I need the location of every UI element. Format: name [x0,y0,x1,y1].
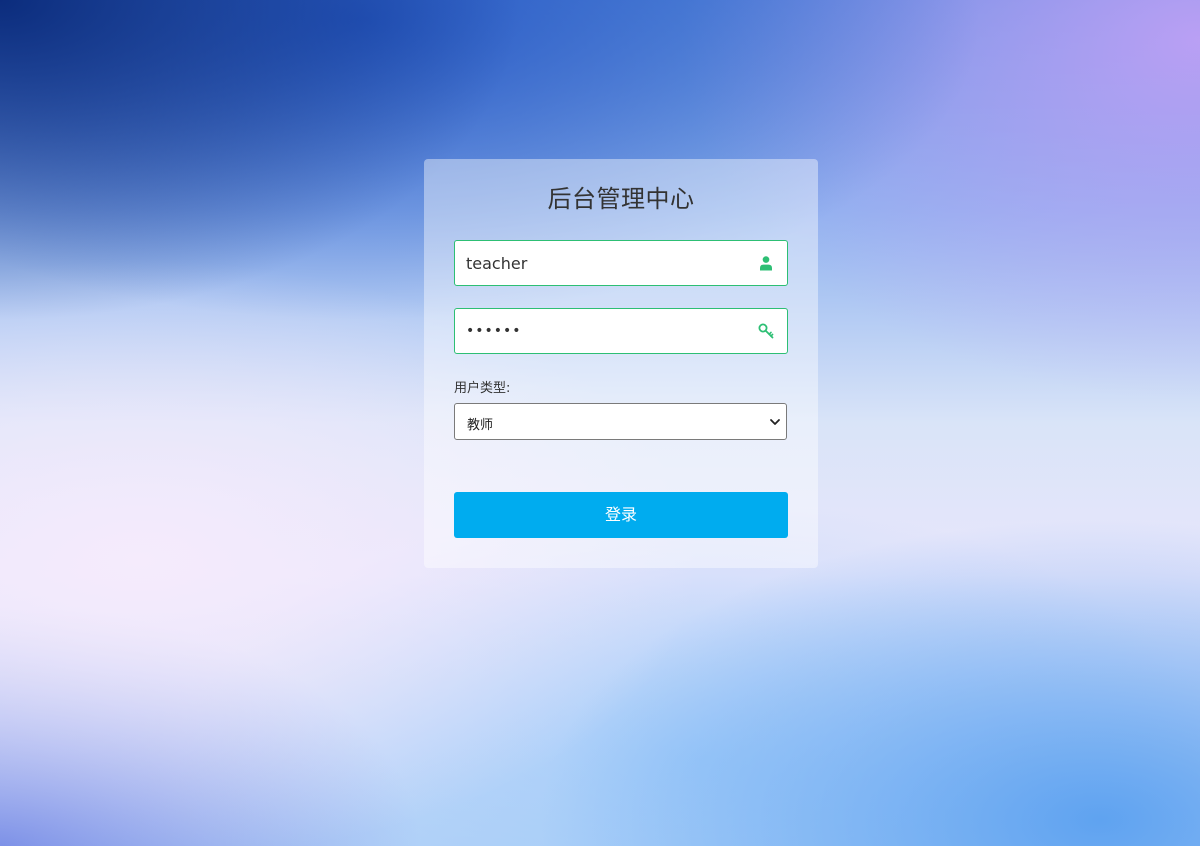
chevron-down-icon [770,419,780,425]
user-type-label: 用户类型: [454,381,511,396]
login-button[interactable]: 登录 [454,492,788,538]
user-icon [760,256,772,271]
user-type-selected-value: 教师 [467,418,494,433]
password-input[interactable] [455,309,745,353]
key-icon [758,323,774,339]
page-title: 后台管理中心 [547,185,695,213]
login-panel: 后台管理中心 用户类型: 教师 登录 [424,159,818,568]
user-type-select[interactable]: 教师 [454,403,787,440]
username-field[interactable] [454,240,788,286]
username-input[interactable] [455,241,745,285]
password-field[interactable] [454,308,788,354]
